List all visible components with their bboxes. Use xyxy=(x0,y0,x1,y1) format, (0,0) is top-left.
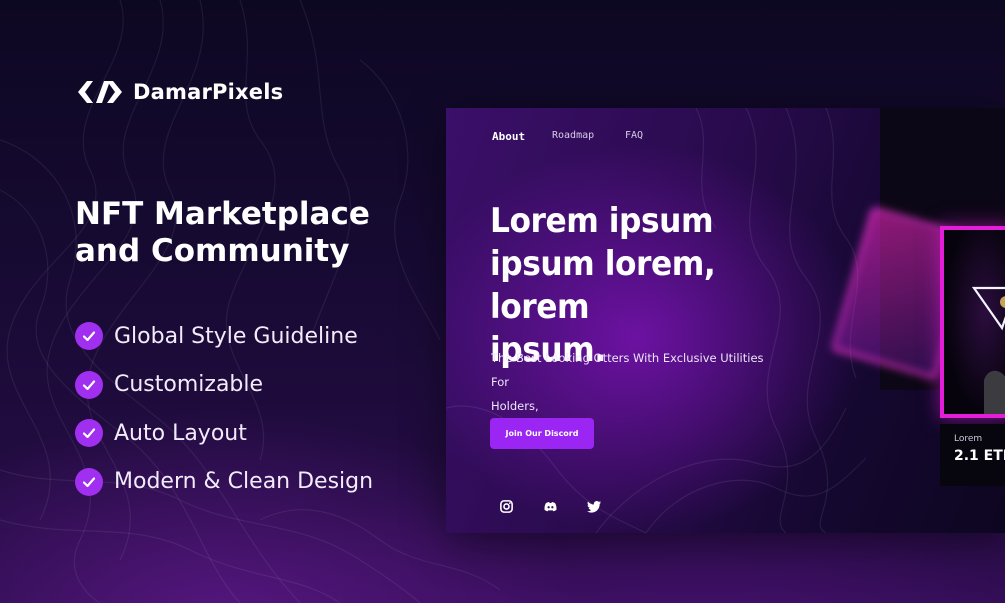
feature-label: Global Style Guideline xyxy=(114,323,358,349)
twitter-icon[interactable] xyxy=(586,498,602,514)
feature-item: Modern & Clean Design xyxy=(75,458,373,507)
check-circle-icon xyxy=(75,322,103,351)
price-label: Lorem xyxy=(954,434,983,444)
headline: NFT Marketplace and Community xyxy=(75,196,415,270)
website-mockup: About Roadmap FAQ Lorem ipsum ipsum lore… xyxy=(446,108,1005,533)
hero-subtitle-line-2: Holders, xyxy=(491,399,539,413)
price-value: 2.1 ETH xyxy=(954,448,1005,464)
hero-title-line-1: Lorem ipsum xyxy=(490,201,714,241)
nav-roadmap[interactable]: Roadmap xyxy=(552,130,625,143)
feature-label: Auto Layout xyxy=(114,420,247,446)
feature-item: Global Style Guideline xyxy=(75,312,373,361)
neon-triangle-icon xyxy=(971,286,1005,414)
nft-artwork[interactable] xyxy=(940,226,1005,418)
headline-line-1: NFT Marketplace xyxy=(75,196,370,232)
nav-about[interactable]: About xyxy=(492,130,552,143)
headline-line-2: and Community xyxy=(75,233,350,269)
brand: DamarPixels xyxy=(76,79,283,105)
check-circle-icon xyxy=(75,467,103,496)
hero-subtitle: The Best Looking Otters With Exclusive U… xyxy=(491,346,771,418)
feature-list: Global Style Guideline Customizable Auto… xyxy=(75,312,373,506)
mockup-nav: About Roadmap FAQ xyxy=(492,130,643,143)
check-circle-icon xyxy=(75,419,103,448)
join-discord-button[interactable]: Join Our Discord xyxy=(490,418,594,449)
social-links xyxy=(498,498,602,514)
check-circle-icon xyxy=(75,370,103,399)
nav-faq[interactable]: FAQ xyxy=(625,130,643,143)
feature-item: Customizable xyxy=(75,361,373,410)
brand-name: DamarPixels xyxy=(133,80,284,104)
double-slash-logo-icon xyxy=(78,81,122,103)
feature-label: Customizable xyxy=(114,372,264,398)
hero-title-line-2: ipsum lorem, lorem xyxy=(490,244,716,327)
hero-subtitle-line-1: The Best Looking Otters With Exclusive U… xyxy=(491,351,764,389)
feature-item: Auto Layout xyxy=(75,409,373,458)
instagram-icon[interactable] xyxy=(498,498,514,514)
feature-label: Modern & Clean Design xyxy=(114,469,374,495)
price-card: Lorem 2.1 ETH xyxy=(940,424,1005,486)
discord-icon[interactable] xyxy=(542,498,558,514)
